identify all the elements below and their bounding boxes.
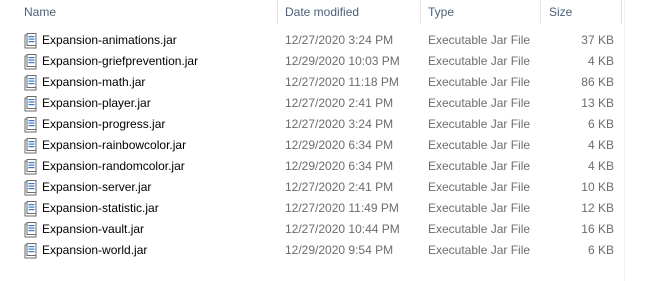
column-header-size[interactable]: Size <box>549 0 572 24</box>
jar-file-icon <box>24 32 38 49</box>
column-divider[interactable] <box>420 0 421 24</box>
file-name: Expansion-griefprevention.jar <box>42 54 199 68</box>
file-size: 4 KB <box>587 159 614 173</box>
file-name-cell[interactable]: Expansion-vault.jar <box>24 219 144 240</box>
jar-file-icon <box>24 116 38 133</box>
file-date-modified: 12/29/2020 6:34 PM <box>285 138 394 152</box>
file-type: Executable Jar File <box>428 33 531 47</box>
jar-file-icon <box>24 95 38 112</box>
file-name: Expansion-math.jar <box>42 75 146 89</box>
file-date-modified: 12/27/2020 11:18 PM <box>285 75 399 89</box>
file-name-cell[interactable]: Expansion-player.jar <box>24 93 151 114</box>
file-size: 12 KB <box>581 201 614 215</box>
file-row[interactable]: Expansion-rainbowcolor.jar 12/29/2020 6:3… <box>0 135 625 156</box>
file-name-cell[interactable]: Expansion-rainbowcolor.jar <box>24 135 186 156</box>
column-header-type[interactable]: Type <box>428 0 454 24</box>
column-header-date-modified[interactable]: Date modified <box>285 0 359 24</box>
file-type: Executable Jar File <box>428 117 531 131</box>
file-name: Expansion-randomcolor.jar <box>42 159 185 173</box>
file-type: Executable Jar File <box>428 222 531 236</box>
file-name-cell[interactable]: Expansion-randomcolor.jar <box>24 156 185 177</box>
file-date-modified: 12/27/2020 2:41 PM <box>285 180 394 194</box>
file-date-modified: 12/29/2020 10:03 PM <box>285 54 400 68</box>
file-name: Expansion-animations.jar <box>42 33 177 47</box>
file-name-cell[interactable]: Expansion-server.jar <box>24 177 151 198</box>
file-row[interactable]: Expansion-world.jar 12/29/2020 9:54 PM Exe… <box>0 240 625 261</box>
file-type: Executable Jar File <box>428 96 531 110</box>
file-list: Expansion-animations.jar 12/27/2020 3:24 … <box>0 30 625 261</box>
file-name-cell[interactable]: Expansion-math.jar <box>24 72 145 93</box>
file-name: Expansion-progress.jar <box>42 117 166 131</box>
file-date-modified: 12/29/2020 6:34 PM <box>285 159 394 173</box>
file-row[interactable]: Expansion-animations.jar 12/27/2020 3:24 … <box>0 30 625 51</box>
file-size: 86 KB <box>581 75 614 89</box>
file-name-cell[interactable]: Expansion-griefprevention.jar <box>24 51 198 72</box>
file-type: Executable Jar File <box>428 201 531 215</box>
file-size: 10 KB <box>581 180 614 194</box>
file-row[interactable]: Expansion-randomcolor.jar 12/29/2020 6:34… <box>0 156 625 177</box>
file-name: Expansion-statistic.jar <box>42 201 159 215</box>
file-size: 6 KB <box>587 243 614 257</box>
file-name: Expansion-player.jar <box>42 96 151 110</box>
window-edge <box>624 0 645 281</box>
jar-file-icon <box>24 137 38 154</box>
file-date-modified: 12/27/2020 10:44 PM <box>285 222 400 236</box>
file-name-cell[interactable]: Expansion-world.jar <box>24 240 147 261</box>
file-name: Expansion-world.jar <box>42 243 148 257</box>
file-size: 4 KB <box>587 54 614 68</box>
file-date-modified: 12/27/2020 3:24 PM <box>285 33 394 47</box>
file-type: Executable Jar File <box>428 180 531 194</box>
jar-file-icon <box>24 200 38 217</box>
column-header-name[interactable]: Name <box>24 0 56 24</box>
file-row[interactable]: Expansion-griefprevention.jar 12/29/2020 … <box>0 51 625 72</box>
file-name-cell[interactable]: Expansion-animations.jar <box>24 30 177 51</box>
jar-file-icon <box>24 74 38 91</box>
column-divider[interactable] <box>277 0 278 24</box>
jar-file-icon <box>24 221 38 238</box>
jar-file-icon <box>24 158 38 175</box>
column-divider[interactable] <box>621 0 622 24</box>
file-size: 13 KB <box>581 96 614 110</box>
file-name-cell[interactable]: Expansion-statistic.jar <box>24 198 159 219</box>
jar-file-icon <box>24 179 38 196</box>
file-type: Executable Jar File <box>428 54 531 68</box>
file-name-cell[interactable]: Expansion-progress.jar <box>24 114 165 135</box>
file-row[interactable]: Expansion-math.jar 12/27/2020 11:18 PM Exe… <box>0 72 625 93</box>
file-type: Executable Jar File <box>428 75 531 89</box>
file-row[interactable]: Expansion-vault.jar 12/27/2020 10:44 PM Ex… <box>0 219 625 240</box>
file-row[interactable]: Expansion-statistic.jar 12/27/2020 11:49 … <box>0 198 625 219</box>
file-name: Expansion-rainbowcolor.jar <box>42 138 187 152</box>
file-row[interactable]: Expansion-player.jar 12/27/2020 2:41 PM Ex… <box>0 93 625 114</box>
column-header-bar: ⌃ Name Date modified Type Size <box>0 0 625 24</box>
column-divider[interactable] <box>540 0 541 24</box>
file-type: Executable Jar File <box>428 138 531 152</box>
jar-file-icon <box>24 53 38 70</box>
file-row[interactable]: Expansion-progress.jar 12/27/2020 3:24 PM… <box>0 114 625 135</box>
file-type: Executable Jar File <box>428 243 531 257</box>
sort-chevron-icon[interactable]: ⌃ <box>145 0 153 5</box>
file-type: Executable Jar File <box>428 159 531 173</box>
jar-file-icon <box>24 242 38 259</box>
file-size: 6 KB <box>587 117 614 131</box>
file-date-modified: 12/27/2020 3:24 PM <box>285 117 394 131</box>
file-size: 4 KB <box>587 138 614 152</box>
file-date-modified: 12/27/2020 11:49 PM <box>285 201 399 215</box>
file-size: 16 KB <box>581 222 614 236</box>
file-size: 37 KB <box>581 33 614 47</box>
file-row[interactable]: Expansion-server.jar 12/27/2020 2:41 PM Ex… <box>0 177 625 198</box>
file-name: Expansion-vault.jar <box>42 222 145 236</box>
file-name: Expansion-server.jar <box>42 180 152 194</box>
file-date-modified: 12/27/2020 2:41 PM <box>285 96 394 110</box>
file-date-modified: 12/29/2020 9:54 PM <box>285 243 394 257</box>
